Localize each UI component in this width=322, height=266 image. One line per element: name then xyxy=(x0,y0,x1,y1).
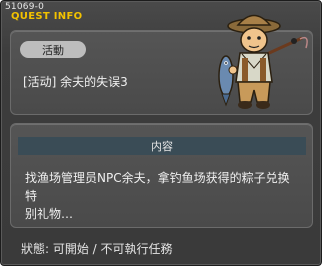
quest-status: 狀態: 可開始 / 不可執行任務 xyxy=(21,242,173,256)
window-title: QUEST INFO xyxy=(11,11,83,22)
quest-details-panel: 内容 找渔场管理员NPC余夫，拿钓鱼场获得的粽子兑换特 别礼物… xyxy=(10,123,313,228)
quest-category-badge: 活動 xyxy=(20,41,86,58)
quest-description: 找渔场管理员NPC余夫，拿钓鱼场获得的粽子兑换特 别礼物… xyxy=(25,169,295,223)
quest-description-line: 别礼物… xyxy=(25,207,74,221)
details-section-header: 内容 xyxy=(18,137,306,155)
npc-fisherman-illustration xyxy=(218,14,308,109)
quest-name: [活动] 余夫的失误3 xyxy=(23,75,128,89)
quest-info-window: 51069-0 QUEST INFO 活動 [活动] 余夫的失误3 内容 找渔场… xyxy=(0,0,322,266)
quest-description-line: 找渔场管理员NPC余夫，拿钓鱼场获得的粽子兑换特 xyxy=(25,171,290,203)
